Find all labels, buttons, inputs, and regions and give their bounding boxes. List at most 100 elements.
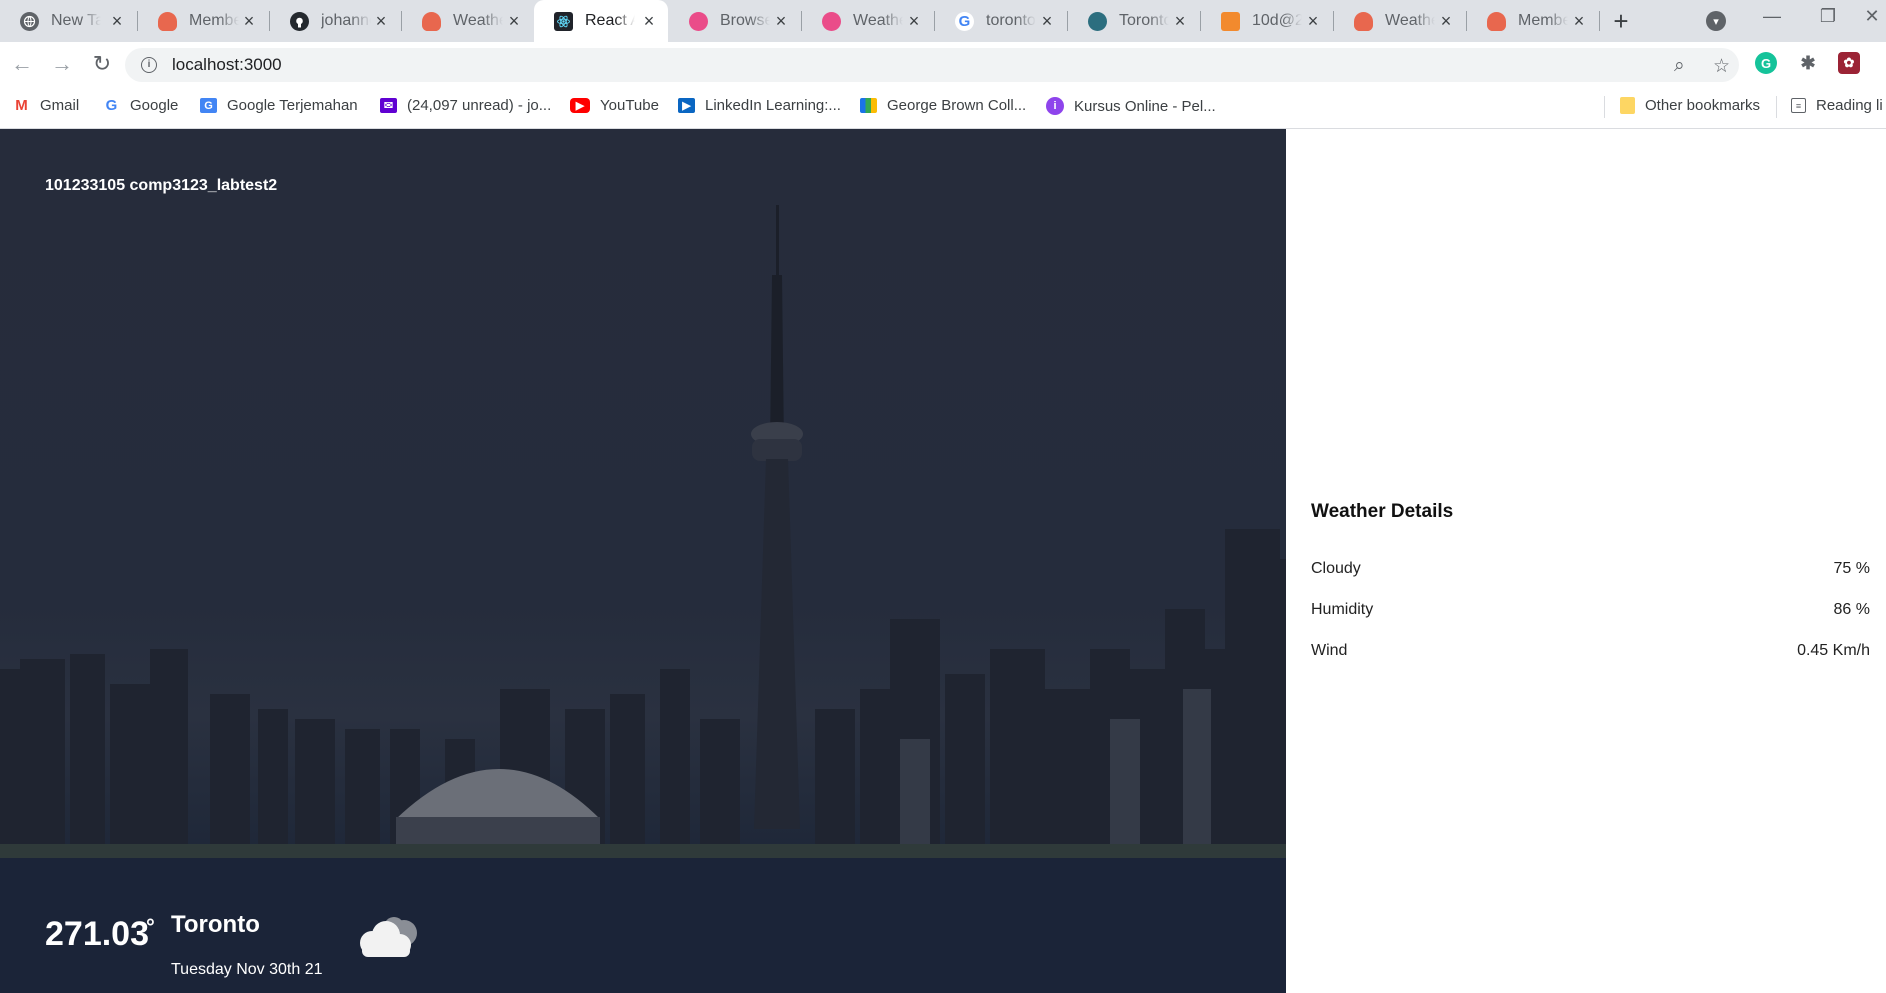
detail-row-wind: Wind 0.45 Km/h (1311, 642, 1870, 660)
minimize-icon[interactable]: — (1752, 6, 1792, 27)
weather-details-title: Weather Details (1311, 501, 1454, 522)
folder-icon (1620, 97, 1635, 114)
tab-title: Member (1518, 12, 1568, 29)
address-url[interactable]: localhost:3000 (172, 55, 282, 75)
gmail-icon: M (13, 97, 30, 114)
degree-symbol: ° (146, 914, 155, 939)
tab-wikipedia[interactable]: Toronto × (1068, 0, 1199, 42)
restore-icon[interactable]: ❐ (1808, 6, 1848, 27)
tab-title: Weather (453, 12, 503, 29)
tab-member[interactable]: Member × (138, 0, 268, 42)
tab-weather-dribbble[interactable]: Weather × (802, 0, 933, 42)
detail-value: 75 % (1833, 560, 1870, 577)
tab-title: Toronto (1119, 12, 1169, 29)
mail-icon: ✉ (380, 98, 397, 113)
google-icon: G (955, 11, 974, 31)
new-tab-button[interactable]: + (1606, 6, 1636, 37)
close-icon[interactable]: × (372, 11, 390, 32)
google-icon: G (103, 97, 120, 114)
close-icon[interactable]: × (1304, 11, 1322, 32)
bookmark-youtube[interactable]: ▶ YouTube (570, 97, 659, 114)
zoom-icon[interactable]: ⌕ (1674, 55, 1685, 77)
detail-value: 0.45 Km/h (1797, 642, 1870, 659)
reload-button[interactable]: ↻ (89, 51, 115, 77)
weather-app-icon (1487, 11, 1506, 31)
close-icon[interactable]: × (1570, 11, 1588, 32)
weather-app-icon (422, 11, 441, 31)
close-icon[interactable]: × (1437, 11, 1455, 32)
close-icon[interactable]: × (505, 11, 523, 32)
tab-title: 10d@2x (1252, 12, 1302, 29)
close-icon[interactable]: × (640, 11, 658, 32)
bookmark-other[interactable]: Other bookmarks (1620, 97, 1760, 114)
weather-app-icon (158, 11, 177, 31)
dribbble-icon (822, 11, 841, 31)
tab-title: johannes (321, 12, 371, 29)
translate-icon: G (200, 98, 217, 113)
tab-react-app[interactable]: React App × (534, 0, 668, 42)
bookmark-google[interactable]: G Google (103, 97, 178, 114)
app-brand: 101233105 comp3123_labtest2 (45, 177, 278, 194)
bookmark-george-brown[interactable]: George Brown Coll... (860, 97, 1026, 114)
close-icon[interactable]: × (772, 11, 790, 32)
tab-title: Weather (853, 12, 903, 29)
bookmark-reading-list[interactable]: ≡ Reading li (1791, 97, 1883, 114)
address-bar[interactable]: i localhost:3000 ⌕ ☆ (125, 48, 1739, 82)
close-icon[interactable]: × (108, 11, 126, 32)
close-icon[interactable]: × (905, 11, 923, 32)
forward-button[interactable]: → (49, 51, 75, 77)
close-window-icon[interactable]: ✕ (1858, 6, 1886, 27)
tab-member-2[interactable]: Member × (1467, 0, 1598, 42)
profile-avatar[interactable]: ✿ (1838, 52, 1860, 74)
weather-app-icon (1354, 11, 1373, 31)
tab-weather[interactable]: Weather × (402, 0, 533, 42)
close-icon[interactable]: × (1038, 11, 1056, 32)
weather-hero: 101233105 comp3123_labtest2 271.03 ° Tor… (0, 129, 1286, 993)
tab-title: toronto (986, 12, 1036, 29)
grammarly-icon[interactable]: G (1755, 52, 1777, 74)
tab-search-button[interactable]: ▾ (1706, 11, 1726, 31)
tab-browse[interactable]: Browse × (669, 0, 800, 42)
tab-new-tab[interactable]: New Tab × (0, 0, 136, 42)
bookmark-google-translate[interactable]: G Google Terjemahan (200, 97, 358, 114)
detail-label: Cloudy (1311, 560, 1361, 577)
bookmark-star-icon[interactable]: ☆ (1713, 55, 1730, 78)
tab-title: New Tab (51, 12, 101, 29)
bookmark-mail[interactable]: ✉ (24,097 unread) - jo... (380, 97, 551, 114)
sun-image-icon (1221, 11, 1240, 31)
tab-title: Member (189, 12, 239, 29)
toronto-skyline-image (0, 205, 1286, 993)
react-icon (554, 11, 573, 31)
tab-google-search[interactable]: G toronto × (935, 0, 1066, 42)
wikipedia-icon (1088, 11, 1107, 31)
browser-toolbar: ← → ↻ i localhost:3000 ⌕ ☆ (0, 42, 1886, 88)
dribbble-icon (689, 11, 708, 31)
bookmark-linkedin-learning[interactable]: ▶ LinkedIn Learning:... (678, 97, 841, 114)
back-button[interactable]: ← (9, 51, 35, 77)
tab-image[interactable]: 10d@2x × (1201, 0, 1332, 42)
site-info-icon[interactable]: i (141, 57, 157, 73)
tab-title: Weather (1385, 12, 1435, 29)
temperature-value: 271.03 (45, 915, 149, 953)
reading-list-icon: ≡ (1791, 98, 1806, 113)
globe-icon (20, 11, 39, 31)
detail-value: 86 % (1833, 601, 1870, 618)
course-icon: i (1046, 97, 1064, 115)
college-icon (860, 98, 877, 113)
close-icon[interactable]: × (1171, 11, 1189, 32)
current-date: Tuesday Nov 30th 21 (171, 961, 323, 978)
weather-details-panel: Weather Details Cloudy 75 % Humidity 86 … (1286, 129, 1886, 993)
github-icon (290, 11, 309, 31)
close-icon[interactable]: × (240, 11, 258, 32)
extensions-icon[interactable]: ✱ (1797, 52, 1819, 74)
city-name: Toronto (171, 911, 260, 938)
youtube-icon: ▶ (570, 98, 590, 113)
bookmark-gmail[interactable]: M Gmail (13, 97, 79, 114)
linkedin-learning-icon: ▶ (678, 98, 695, 113)
tab-github[interactable]: johannes × (270, 0, 400, 42)
tab-title: Browse (720, 12, 770, 29)
detail-row-humidity: Humidity 86 % (1311, 601, 1870, 619)
detail-label: Humidity (1311, 601, 1374, 618)
tab-weather-2[interactable]: Weather × (1334, 0, 1465, 42)
bookmark-kursus-online[interactable]: i Kursus Online - Pel... (1046, 97, 1216, 115)
